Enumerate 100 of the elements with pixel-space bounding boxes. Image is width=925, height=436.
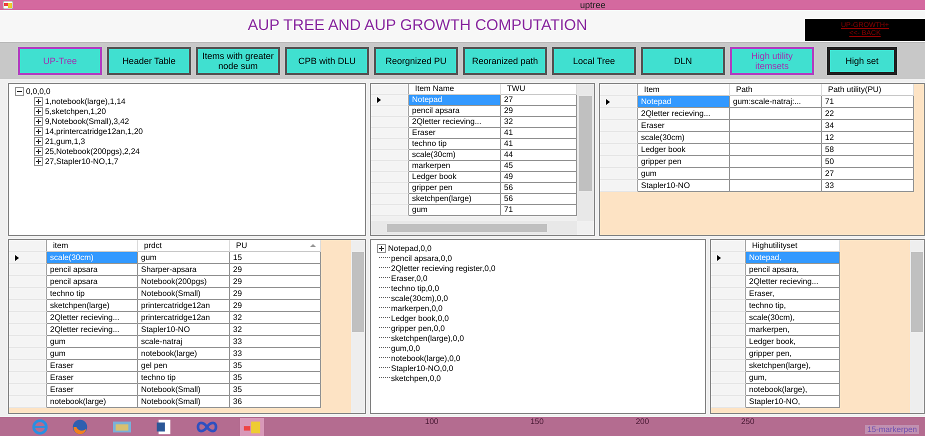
table-cell[interactable]: pencil apsara: [47, 264, 138, 276]
table-cell[interactable]: 41: [501, 139, 577, 150]
table-cell[interactable]: techno tip: [409, 139, 501, 150]
table-cell[interactable]: pencil apsara: [47, 276, 138, 288]
table-cell[interactable]: pencil apsara,: [746, 264, 840, 276]
tree-node[interactable]: pencil apsara,0,0: [391, 254, 452, 262]
table-cell[interactable]: 29: [230, 264, 321, 276]
table-cell[interactable]: 33: [822, 180, 914, 192]
tree-node[interactable]: 27,Stapler10-NO,1,7: [45, 156, 118, 166]
table-cell[interactable]: 2Qletter recieving...: [638, 108, 730, 120]
tree-node[interactable]: 25,Notebook(200pgs),2,24: [45, 146, 140, 156]
table-cell[interactable]: markerpen,: [746, 324, 840, 336]
table-cell[interactable]: 35: [230, 372, 321, 384]
nav-button[interactable]: Local Tree: [552, 47, 636, 75]
table-cell[interactable]: 58: [822, 144, 914, 156]
table-cell[interactable]: techno tip,: [746, 300, 840, 312]
table-cell[interactable]: 2Qletter recieving...: [409, 117, 501, 128]
tree-node[interactable]: sketchpen,0,0: [391, 374, 441, 382]
column-header[interactable]: Highutilityset: [746, 240, 840, 252]
table-cell[interactable]: 29: [230, 300, 321, 312]
table-cell[interactable]: gum: [138, 252, 230, 264]
vertical-scrollbar[interactable]: [910, 240, 924, 413]
tree-node[interactable]: 1,notebook(large),1,14: [45, 96, 126, 106]
table-cell[interactable]: scale(30cm),: [746, 312, 840, 324]
tree-node[interactable]: 14,printercatridge12an,1,20: [45, 126, 143, 136]
horizontal-scrollbar[interactable]: [371, 221, 577, 235]
table-cell[interactable]: 44: [501, 150, 577, 161]
table-cell[interactable]: 49: [501, 172, 577, 183]
table-cell[interactable]: notebook(large),: [746, 384, 840, 396]
table-cell[interactable]: 33: [230, 336, 321, 348]
table-cell[interactable]: 27: [501, 95, 577, 106]
table-cell[interactable]: 71: [501, 205, 577, 216]
nav-button[interactable]: High utility itemsets: [730, 47, 814, 75]
column-header[interactable]: prdct: [138, 240, 230, 252]
table-cell[interactable]: sketchpen(large): [47, 300, 138, 312]
table-cell[interactable]: gum: [638, 168, 730, 180]
expand-icon[interactable]: [34, 106, 43, 116]
column-header[interactable]: item: [47, 240, 138, 252]
tree-node[interactable]: 0,0,0,0: [26, 86, 50, 96]
table-cell[interactable]: gum: [409, 205, 501, 216]
row-header[interactable]: [9, 252, 47, 264]
table-cell[interactable]: 36: [230, 396, 321, 408]
table-cell[interactable]: 29: [501, 106, 577, 117]
column-header[interactable]: Path utility(PU): [822, 84, 914, 96]
table-cell[interactable]: Eraser: [47, 384, 138, 396]
expand-icon[interactable]: [34, 156, 43, 166]
column-header[interactable]: Item Name: [409, 84, 501, 95]
table-cell[interactable]: Eraser,: [746, 288, 840, 300]
table-cell[interactable]: Ledger book: [638, 144, 730, 156]
table-cell[interactable]: gum: [47, 336, 138, 348]
table-cell[interactable]: sketchpen(large): [409, 194, 501, 205]
table-cell[interactable]: Sharper-apsara: [138, 264, 230, 276]
tree-node[interactable]: notebook(large),0,0: [391, 354, 460, 362]
table-cell[interactable]: 2Qletter recieving...: [47, 312, 138, 324]
table-cell[interactable]: Notebook(Small): [138, 396, 230, 408]
table-cell[interactable]: 27: [822, 168, 914, 180]
table-cell[interactable]: 50: [822, 156, 914, 168]
table-cell[interactable]: 71: [822, 96, 914, 108]
table-cell[interactable]: pencil apsara: [409, 106, 501, 117]
nav-button[interactable]: Header Table: [107, 47, 191, 75]
table-cell[interactable]: 32: [230, 324, 321, 336]
nav-button[interactable]: CPB with DLU: [285, 47, 369, 75]
table-cell[interactable]: Notebook(200pgs): [138, 276, 230, 288]
tree-node[interactable]: Ledger book,0,0: [391, 314, 449, 322]
table-cell[interactable]: gripper pen: [638, 156, 730, 168]
table-cell[interactable]: gum:scale-natraj:...: [730, 96, 822, 108]
table-cell[interactable]: notebook(large): [47, 396, 138, 408]
table-cell[interactable]: markerpen: [409, 161, 501, 172]
expand-icon[interactable]: [34, 126, 43, 136]
vertical-scrollbar[interactable]: [577, 84, 594, 221]
table-cell[interactable]: gum: [47, 348, 138, 360]
table-cell[interactable]: Stapler10-NO: [138, 324, 230, 336]
table-cell[interactable]: 32: [230, 312, 321, 324]
table-cell[interactable]: techno tip: [47, 288, 138, 300]
column-header[interactable]: Item: [638, 84, 730, 96]
table-cell[interactable]: [730, 120, 822, 132]
tree-node[interactable]: Eraser,0,0: [391, 274, 428, 282]
collapse-icon[interactable]: [15, 86, 24, 96]
tree-node[interactable]: 21,gum,1,3: [45, 136, 86, 146]
table-cell[interactable]: gum,: [746, 372, 840, 384]
tree-node[interactable]: 5,sketchpen,1,20: [45, 106, 106, 116]
table-cell[interactable]: scale(30cm): [638, 132, 730, 144]
table-cell[interactable]: Eraser: [47, 372, 138, 384]
table-cell[interactable]: 15: [230, 252, 321, 264]
row-header[interactable]: [371, 95, 409, 106]
expand-icon[interactable]: [34, 116, 43, 126]
table-cell[interactable]: Stapler10-NO: [638, 180, 730, 192]
table-cell[interactable]: 29: [230, 288, 321, 300]
expand-icon[interactable]: [34, 146, 43, 156]
vertical-scrollbar[interactable]: [351, 240, 365, 413]
table-cell[interactable]: notebook(large): [138, 348, 230, 360]
nav-button[interactable]: Reoranized path: [463, 47, 547, 75]
table-cell[interactable]: [730, 180, 822, 192]
column-header[interactable]: PU: [230, 240, 321, 252]
tree-node[interactable]: Notepad,0,0: [388, 244, 432, 252]
table-cell[interactable]: Eraser: [47, 360, 138, 372]
table-cell[interactable]: scale-natraj: [138, 336, 230, 348]
table-cell[interactable]: 2Qletter recieving...: [47, 324, 138, 336]
expand-icon[interactable]: [34, 136, 43, 146]
table-cell[interactable]: gripper pen: [409, 183, 501, 194]
